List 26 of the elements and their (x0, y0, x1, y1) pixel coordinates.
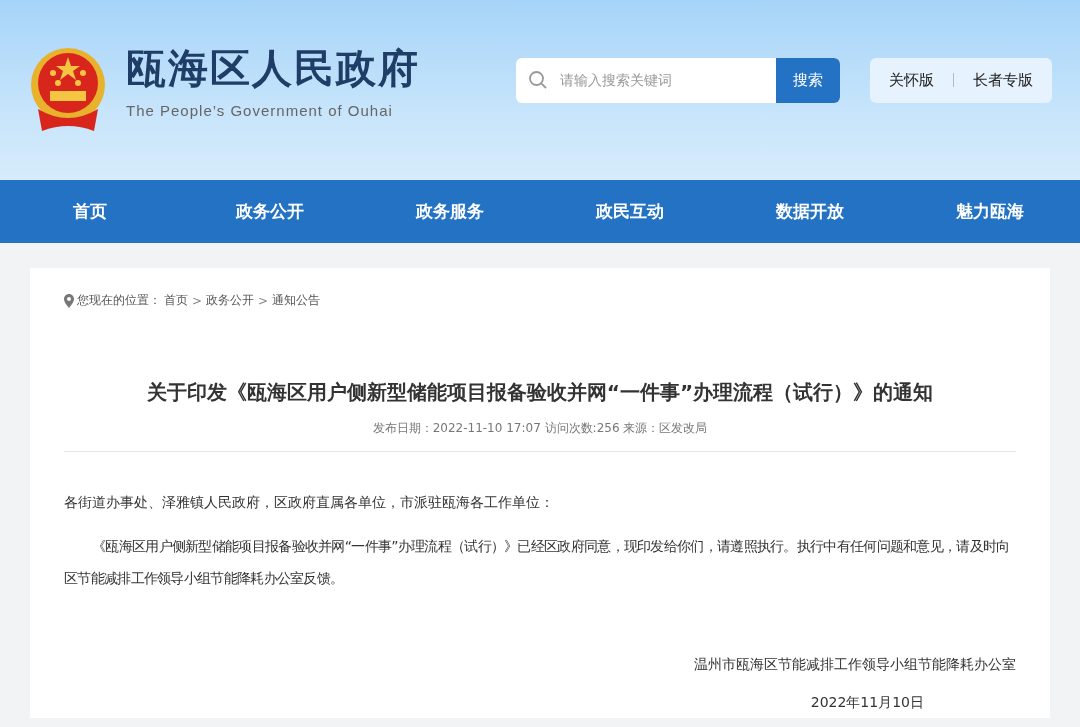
site-subtitle: The People’s Government of Ouhai (126, 102, 394, 119)
article-meta: 发布日期：2022-11-10 17:07 访问次数:256 来源：区发改局 (64, 420, 1016, 452)
breadcrumb-link[interactable]: 通知公告 (272, 292, 321, 309)
mode-link[interactable]: 长者专版 (966, 70, 1040, 90)
nav-item[interactable]: 首页 (0, 200, 180, 223)
breadcrumb-label: 您现在的位置： (77, 292, 161, 309)
nav-item[interactable]: 数据开放 (720, 200, 900, 223)
search-field[interactable]: 请输入搜索关键词 搜索 (516, 57, 840, 103)
article-title: 关于印发《瓯海区用户侧新型储能项目报备验收并网“一件事”办理流程（试行）》的通知 (145, 379, 935, 406)
mode-link[interactable]: 关怀版 (882, 70, 941, 90)
body-paragraph: 《瓯海区用户侧新型储能项目报备验收并网“一件事”办理流程（试行）》已经区政府同意，现印发给你们，请遵照执行。执行中有任何问题和意见，请及时向区节能减排工作领导小组节能降耗办公室反馈。 (64, 537, 1011, 588)
breadcrumb-link[interactable]: 政务公开 (206, 292, 255, 309)
breadcrumb-link[interactable]: 首页 (164, 292, 188, 309)
nav-item[interactable]: 政务公开 (180, 200, 360, 223)
salutation-text: 各街道办事处、泽雅镇人民政府，区政府直属各单位，市派驻瓯海各工作单位： (64, 493, 555, 512)
search-button[interactable]: 搜索 (776, 57, 840, 103)
nav-item[interactable]: 政务服务 (360, 200, 540, 223)
breadcrumb-separator: > (192, 293, 203, 308)
breadcrumb-separator: > (258, 293, 269, 308)
location-pin-icon (64, 293, 74, 308)
search-icon (528, 69, 548, 90)
date-text: 2022年11月10日 (809, 694, 925, 712)
signature-text: 温州市瓯海区节能减排工作领导小组节能降耗办公室 (693, 656, 1016, 674)
nav-item[interactable]: 政民互动 (540, 200, 720, 223)
site-title: 瓯海区人民政府 (126, 44, 420, 93)
nav-item[interactable]: 魅力瓯海 (900, 200, 1080, 223)
